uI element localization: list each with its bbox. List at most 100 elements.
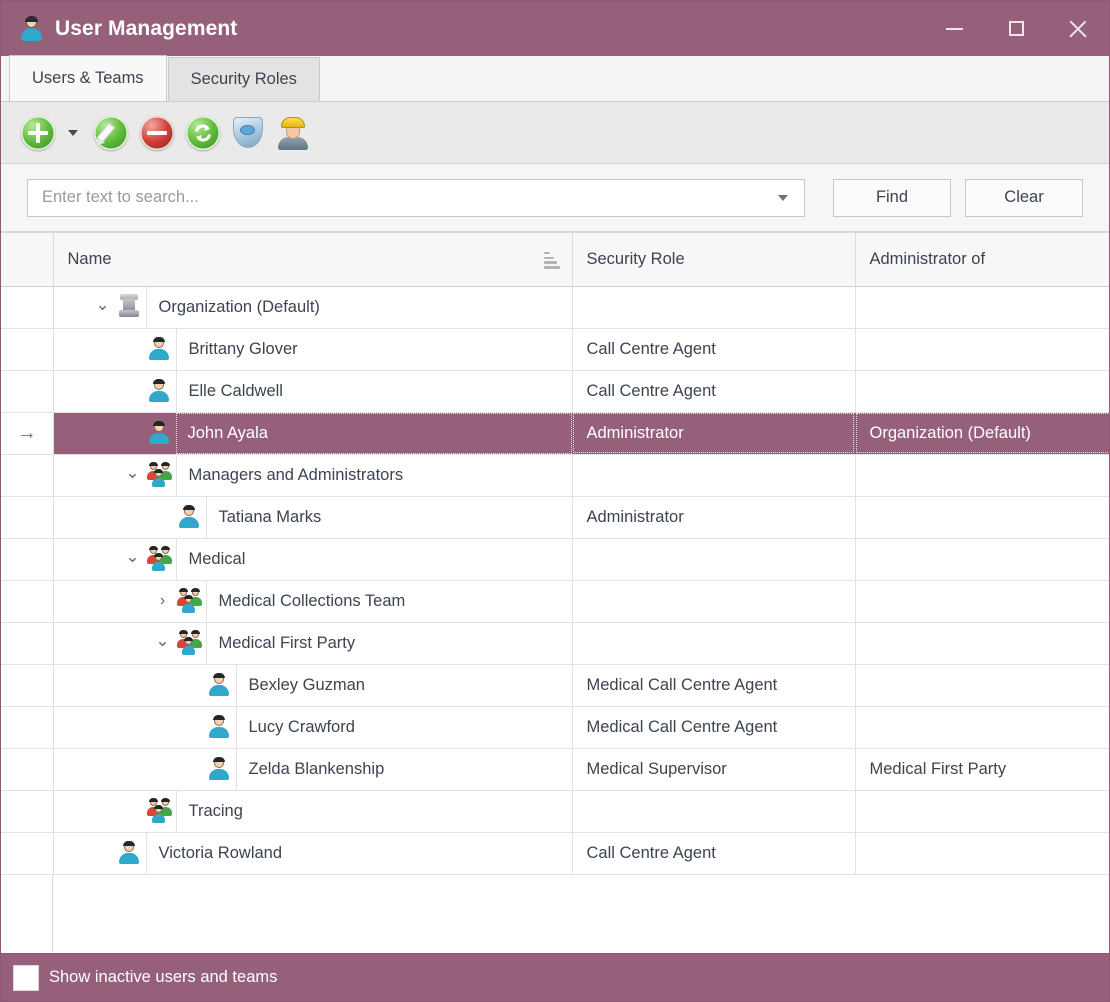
- node-icon: [146, 377, 176, 405]
- cell-name[interactable]: Victoria Rowland: [53, 832, 573, 875]
- cell-name[interactable]: John Ayala: [53, 412, 573, 455]
- row-indicator-cell: [1, 622, 54, 665]
- table-row[interactable]: ⌄ Medical First Party: [1, 622, 1109, 665]
- find-button[interactable]: Find: [833, 178, 951, 217]
- cell-administrator-of[interactable]: [855, 286, 1109, 329]
- node-icon: [116, 839, 146, 867]
- cell-security-role[interactable]: Administrator: [572, 412, 856, 455]
- table-row[interactable]: Tracing: [1, 790, 1109, 833]
- table-row[interactable]: ⌄ Medical: [1, 538, 1109, 581]
- grid-header: Name Security Role Administrator of: [1, 233, 1109, 287]
- impersonate-user-button[interactable]: [270, 102, 316, 164]
- cell-security-role[interactable]: [572, 538, 856, 581]
- cell-administrator-of[interactable]: [855, 454, 1109, 497]
- table-row[interactable]: Zelda Blankenship Medical Supervisor Medic…: [1, 748, 1109, 791]
- cell-name[interactable]: Brittany Glover: [53, 328, 573, 371]
- table-row[interactable]: ⌄ Managers and Administrators: [1, 454, 1109, 497]
- cell-security-role[interactable]: [572, 790, 856, 833]
- cell-name[interactable]: › Medical Collections Team: [53, 580, 573, 623]
- refresh-arrows-glyph: [195, 124, 211, 141]
- maximize-button[interactable]: [985, 1, 1047, 56]
- search-combo[interactable]: [27, 178, 805, 217]
- refresh-button[interactable]: [180, 102, 226, 164]
- cell-security-role[interactable]: Call Centre Agent: [572, 328, 856, 371]
- cell-administrator-of[interactable]: [855, 664, 1109, 707]
- cell-security-role[interactable]: Medical Call Centre Agent: [572, 706, 856, 749]
- cell-name[interactable]: ⌄ Organization (Default): [53, 286, 573, 329]
- cell-security-role[interactable]: [572, 622, 856, 665]
- row-name-label: Victoria Rowland: [145, 832, 572, 873]
- cell-administrator-of[interactable]: Organization (Default): [855, 412, 1109, 455]
- chevron-down-icon[interactable]: [778, 194, 788, 201]
- search-input[interactable]: [40, 187, 778, 208]
- row-indicator-cell: [1, 538, 54, 581]
- cell-administrator-of[interactable]: [855, 328, 1109, 371]
- chevron-down-icon[interactable]: ⌄: [120, 464, 146, 481]
- cell-administrator-of[interactable]: [855, 370, 1109, 413]
- cell-name[interactable]: Elle Caldwell: [53, 370, 573, 413]
- node-icon: [176, 587, 206, 615]
- cell-name[interactable]: Tracing: [53, 790, 573, 833]
- cell-name[interactable]: Tatiana Marks: [53, 496, 573, 539]
- row-indicator-cell: [1, 832, 54, 875]
- tab-users-and-teams[interactable]: Users & Teams: [9, 55, 167, 101]
- minimize-button[interactable]: [923, 1, 985, 56]
- table-row[interactable]: › Medical Collections Team: [1, 580, 1109, 623]
- cell-name[interactable]: ⌄ Managers and Administrators: [53, 454, 573, 497]
- cell-name[interactable]: Zelda Blankenship: [53, 748, 573, 791]
- shield-icon: [232, 116, 264, 150]
- chevron-down-icon[interactable]: ⌄: [90, 296, 116, 313]
- cell-name[interactable]: ⌄ Medical: [53, 538, 573, 581]
- table-row[interactable]: ⌄ Organization (Default): [1, 286, 1109, 329]
- row-name-label: Lucy Crawford: [235, 706, 572, 747]
- table-row[interactable]: → John Ayala Administrator Organization (De…: [1, 412, 1109, 455]
- add-button[interactable]: [15, 102, 61, 164]
- cell-security-role[interactable]: Call Centre Agent: [572, 832, 856, 875]
- cell-administrator-of[interactable]: [855, 832, 1109, 875]
- cell-security-role[interactable]: Administrator: [572, 496, 856, 539]
- delete-button[interactable]: [134, 102, 180, 164]
- security-roles-button[interactable]: [226, 102, 270, 164]
- cell-security-role[interactable]: [572, 580, 856, 623]
- table-row[interactable]: Victoria Rowland Call Centre Agent: [1, 832, 1109, 875]
- cell-security-role[interactable]: [572, 454, 856, 497]
- cell-administrator-of[interactable]: [855, 622, 1109, 665]
- edit-button[interactable]: [88, 102, 134, 164]
- cell-name[interactable]: Lucy Crawford: [53, 706, 573, 749]
- cell-security-role[interactable]: Medical Supervisor: [572, 748, 856, 791]
- chevron-down-icon[interactable]: ⌄: [120, 548, 146, 565]
- cell-administrator-of[interactable]: [855, 580, 1109, 623]
- add-dropdown-button[interactable]: [61, 102, 88, 164]
- table-row[interactable]: Bexley Guzman Medical Call Centre Agent: [1, 664, 1109, 707]
- table-row[interactable]: Lucy Crawford Medical Call Centre Agent: [1, 706, 1109, 749]
- cell-administrator-of[interactable]: Medical First Party: [855, 748, 1109, 791]
- tab-security-roles[interactable]: Security Roles: [167, 57, 320, 101]
- cell-administrator-of[interactable]: [855, 706, 1109, 749]
- cell-security-role[interactable]: [572, 286, 856, 329]
- title-bar: User Management: [1, 1, 1109, 56]
- cell-name[interactable]: Bexley Guzman: [53, 664, 573, 707]
- node-icon: [146, 545, 176, 573]
- show-inactive-checkbox[interactable]: [13, 964, 39, 991]
- green-pencil-orb-icon: [94, 115, 128, 150]
- cell-security-role[interactable]: Medical Call Centre Agent: [572, 664, 856, 707]
- cell-administrator-of[interactable]: [855, 790, 1109, 833]
- clear-button[interactable]: Clear: [965, 178, 1083, 217]
- table-row[interactable]: Brittany Glover Call Centre Agent: [1, 328, 1109, 371]
- row-indicator-cell: [1, 370, 54, 413]
- window-title: User Management: [55, 16, 238, 40]
- table-row[interactable]: Tatiana Marks Administrator: [1, 496, 1109, 539]
- table-row[interactable]: Elle Caldwell Call Centre Agent: [1, 370, 1109, 413]
- cell-administrator-of[interactable]: [855, 496, 1109, 539]
- cell-name[interactable]: ⌄ Medical First Party: [53, 622, 573, 665]
- column-header-security-role[interactable]: Security Role: [572, 233, 856, 287]
- chevron-down-icon[interactable]: ⌄: [150, 632, 176, 649]
- column-header-administrator-of[interactable]: Administrator of: [855, 233, 1109, 287]
- row-indicator-cell: [1, 454, 54, 497]
- cell-administrator-of[interactable]: [855, 538, 1109, 581]
- cell-security-role[interactable]: Call Centre Agent: [572, 370, 856, 413]
- row-indicator-cell: [1, 496, 54, 539]
- column-header-name[interactable]: Name: [53, 233, 573, 287]
- chevron-right-icon[interactable]: ›: [150, 593, 176, 609]
- close-button[interactable]: [1047, 1, 1109, 56]
